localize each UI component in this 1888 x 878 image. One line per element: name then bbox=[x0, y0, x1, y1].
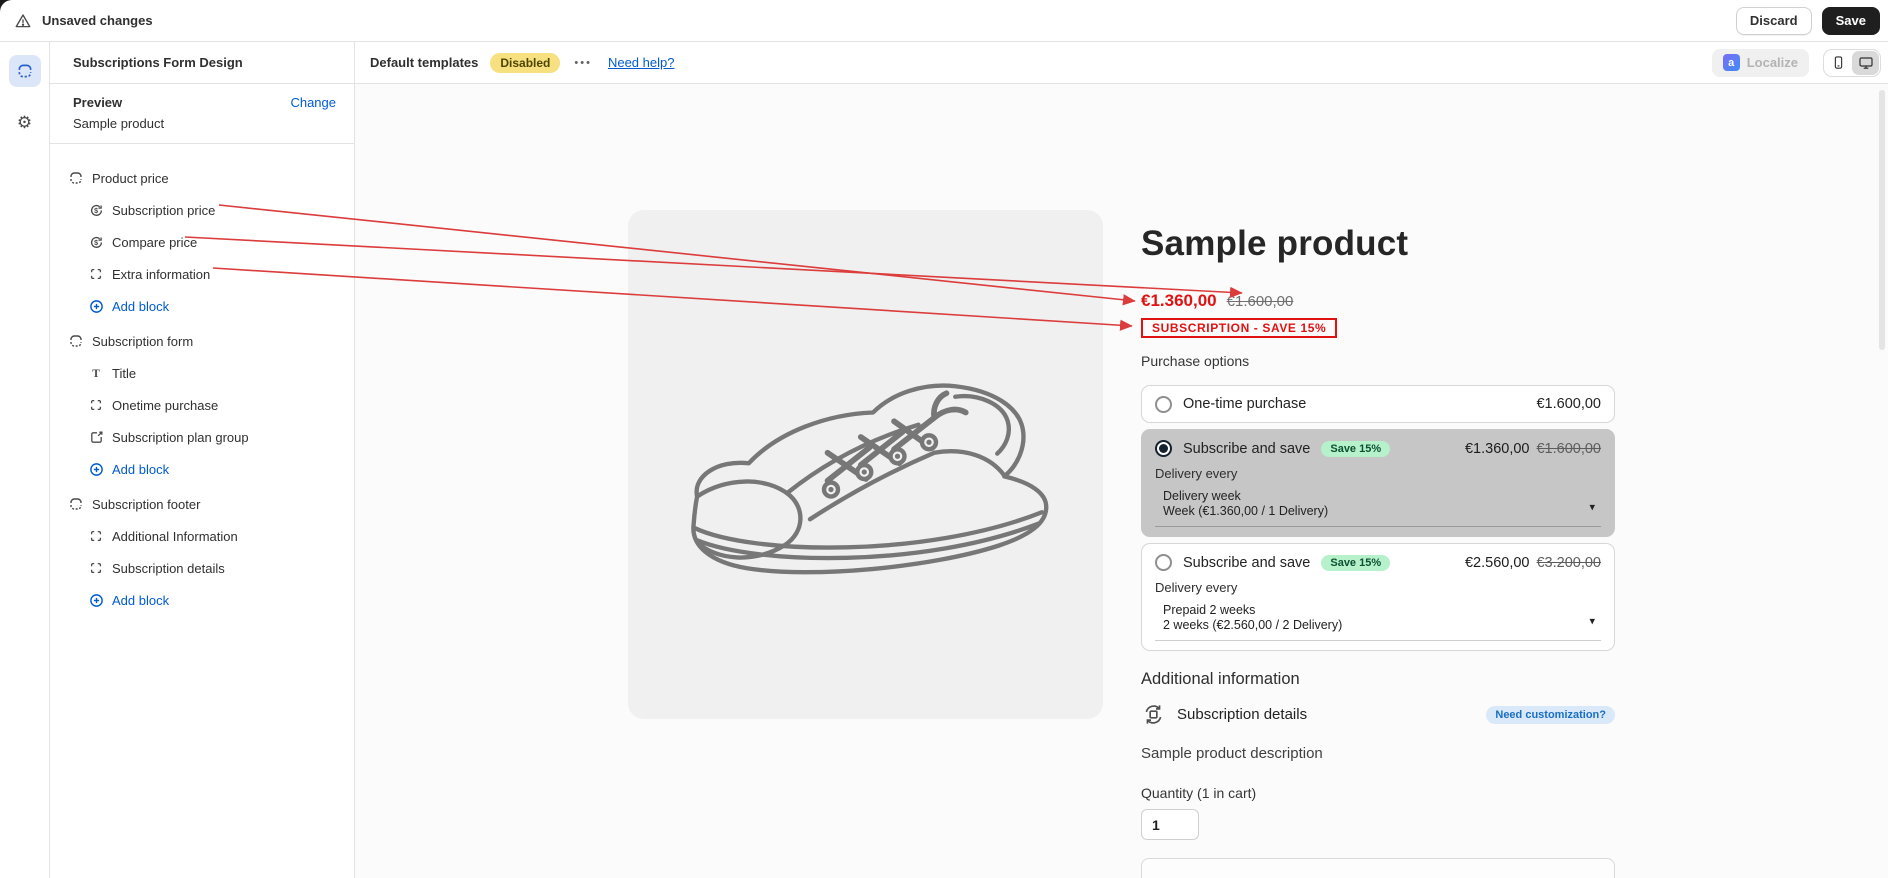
canvas-header: Default templates Disabled ••• Need help… bbox=[355, 42, 1888, 84]
change-preview-link[interactable]: Change bbox=[290, 95, 336, 110]
settings-rail-button[interactable]: ⚙ bbox=[0, 113, 49, 133]
desktop-view-button[interactable] bbox=[1852, 50, 1879, 75]
plan-group-icon bbox=[88, 429, 104, 445]
tree-item-subscription-footer[interactable]: Subscription footer bbox=[50, 488, 354, 520]
left-rail: ⚙ bbox=[0, 42, 50, 878]
overflow-menu-icon[interactable]: ••• bbox=[574, 57, 592, 69]
option-price: €1.600,00 bbox=[1536, 396, 1601, 412]
monitor-icon bbox=[1858, 56, 1873, 69]
tree-item-product-price[interactable]: Product price bbox=[50, 162, 354, 194]
tree-item-additional-information[interactable]: Additional Information bbox=[50, 520, 354, 552]
quantity-label: Quantity (1 in cart) bbox=[1141, 785, 1257, 801]
add-block-subscription-form[interactable]: Add block bbox=[50, 453, 354, 485]
design-panel: Subscriptions Form Design Preview Change… bbox=[50, 42, 355, 878]
subscription-renewal-icon bbox=[1145, 705, 1162, 724]
option-subscribe-prepaid[interactable]: Subscribe and save Save 15% €2.560,00 €3… bbox=[1141, 543, 1615, 651]
canvas-scrollbar[interactable] bbox=[1879, 90, 1885, 350]
tree-item-extra-information[interactable]: Extra information bbox=[50, 258, 354, 290]
subscription-save-badge: SUBSCRIPTION - SAVE 15% bbox=[1141, 318, 1338, 338]
purchase-options-label: Purchase options bbox=[1141, 353, 1250, 369]
unsaved-changes-label: Unsaved changes bbox=[42, 13, 153, 28]
save-button[interactable]: Save bbox=[1821, 6, 1880, 35]
main-area: Default templates Disabled ••• Need help… bbox=[355, 42, 1888, 878]
compare-price: €1.600,00 bbox=[1226, 293, 1294, 310]
tree-item-title[interactable]: T Title bbox=[50, 357, 354, 389]
option-prices: €2.560,00 €3.200,00 bbox=[1464, 554, 1601, 571]
section-icon bbox=[68, 170, 84, 186]
placeholder-brackets-icon bbox=[88, 528, 104, 544]
svg-text:$: $ bbox=[94, 207, 98, 214]
device-toggle bbox=[1823, 48, 1881, 77]
product-description: Sample product description bbox=[1141, 745, 1323, 762]
phone-icon bbox=[1834, 56, 1843, 69]
template-title: Default templates bbox=[370, 55, 479, 70]
placeholder-brackets-icon bbox=[88, 560, 104, 576]
tree-item-subscription-plan-group[interactable]: Subscription plan group bbox=[50, 421, 354, 453]
tree-item-subscription-details[interactable]: Subscription details bbox=[50, 552, 354, 584]
section-icon bbox=[68, 333, 84, 349]
sneaker-illustration bbox=[690, 382, 1048, 574]
tree-item-subscription-price[interactable]: $ Subscription price bbox=[50, 194, 354, 226]
localize-icon: a bbox=[1722, 54, 1740, 71]
add-block-subscription-footer[interactable]: Add block bbox=[50, 584, 354, 616]
panel-title: Subscriptions Form Design bbox=[50, 42, 354, 84]
warning-icon bbox=[15, 13, 31, 27]
sections-rail-button[interactable] bbox=[8, 55, 41, 87]
chevron-down-icon: ▾ bbox=[1589, 501, 1595, 513]
tree-item-compare-price[interactable]: $ Compare price bbox=[50, 226, 354, 258]
need-help-link[interactable]: Need help? bbox=[608, 55, 675, 70]
gear-icon: ⚙ bbox=[16, 113, 33, 133]
discard-button[interactable]: Discard bbox=[1735, 6, 1812, 35]
svg-text:T: T bbox=[92, 368, 100, 380]
product-title: Sample product bbox=[1141, 224, 1409, 263]
save-percent-pill: Save 15% bbox=[1321, 554, 1391, 571]
preview-canvas: Sample product €1.360,00 €1.600,00 SUBSC… bbox=[355, 84, 1888, 878]
status-badge: Disabled bbox=[490, 52, 561, 73]
price-row: €1.360,00 €1.600,00 bbox=[1141, 291, 1615, 311]
product-image-card bbox=[628, 210, 1103, 719]
subscription-details-label: Subscription details bbox=[1177, 706, 1308, 723]
save-percent-pill: Save 15% bbox=[1321, 440, 1391, 457]
price-icon: $ bbox=[88, 202, 104, 218]
section-icon bbox=[68, 496, 84, 512]
radio-unselected[interactable] bbox=[1155, 395, 1172, 413]
delivery-every-label: Delivery every bbox=[1155, 580, 1238, 595]
text-title-icon: T bbox=[88, 365, 104, 381]
add-circle-icon bbox=[88, 298, 104, 314]
add-circle-icon bbox=[88, 592, 104, 608]
add-to-cart-button[interactable]: Add to Cart bbox=[1141, 858, 1615, 878]
add-block-product-price[interactable]: Add block bbox=[50, 290, 354, 322]
price-icon: $ bbox=[88, 234, 104, 250]
subscription-details-row: Subscription details Need customization? bbox=[1141, 702, 1615, 727]
topbar: Unsaved changes Discard Save bbox=[0, 0, 1888, 42]
add-circle-icon bbox=[88, 461, 104, 477]
chevron-down-icon: ▾ bbox=[1589, 615, 1595, 627]
svg-text:$: $ bbox=[94, 239, 98, 246]
quantity-input[interactable] bbox=[1141, 809, 1199, 840]
radio-unselected[interactable] bbox=[1155, 554, 1172, 571]
need-customization-link[interactable]: Need customization? bbox=[1486, 705, 1615, 724]
localize-button[interactable]: a Localize bbox=[1711, 48, 1809, 77]
mobile-view-button[interactable] bbox=[1825, 51, 1852, 75]
block-tree: Product price $ Subscription price $ Com… bbox=[50, 144, 354, 616]
placeholder-brackets-icon bbox=[88, 397, 104, 413]
delivery-select-prepaid[interactable]: Prepaid 2 weeks 2 weeks (€2.560,00 / 2 D… bbox=[1155, 601, 1601, 641]
preview-block: Preview Change Sample product bbox=[50, 84, 354, 144]
preview-product-name: Sample product bbox=[73, 116, 165, 131]
section-icon bbox=[18, 64, 31, 78]
additional-information-heading: Additional information bbox=[1141, 670, 1300, 688]
tree-item-onetime-purchase[interactable]: Onetime purchase bbox=[50, 389, 354, 421]
subscription-price: €1.360,00 bbox=[1141, 291, 1217, 310]
product-details-column: Sample product €1.360,00 €1.600,00 SUBSC… bbox=[1141, 224, 1615, 878]
tree-item-subscription-form[interactable]: Subscription form bbox=[50, 325, 354, 357]
option-one-time-purchase[interactable]: One-time purchase €1.600,00 bbox=[1141, 385, 1615, 423]
radio-selected[interactable] bbox=[1155, 440, 1172, 457]
delivery-every-label: Delivery every bbox=[1155, 466, 1238, 481]
option-subscribe-weekly[interactable]: Subscribe and save Save 15% €1.360,00 €1… bbox=[1141, 429, 1615, 537]
delivery-select-weekly[interactable]: Delivery week Week (€1.360,00 / 1 Delive… bbox=[1155, 487, 1601, 527]
option-prices: €1.360,00 €1.600,00 bbox=[1464, 440, 1601, 457]
placeholder-brackets-icon bbox=[88, 266, 104, 282]
